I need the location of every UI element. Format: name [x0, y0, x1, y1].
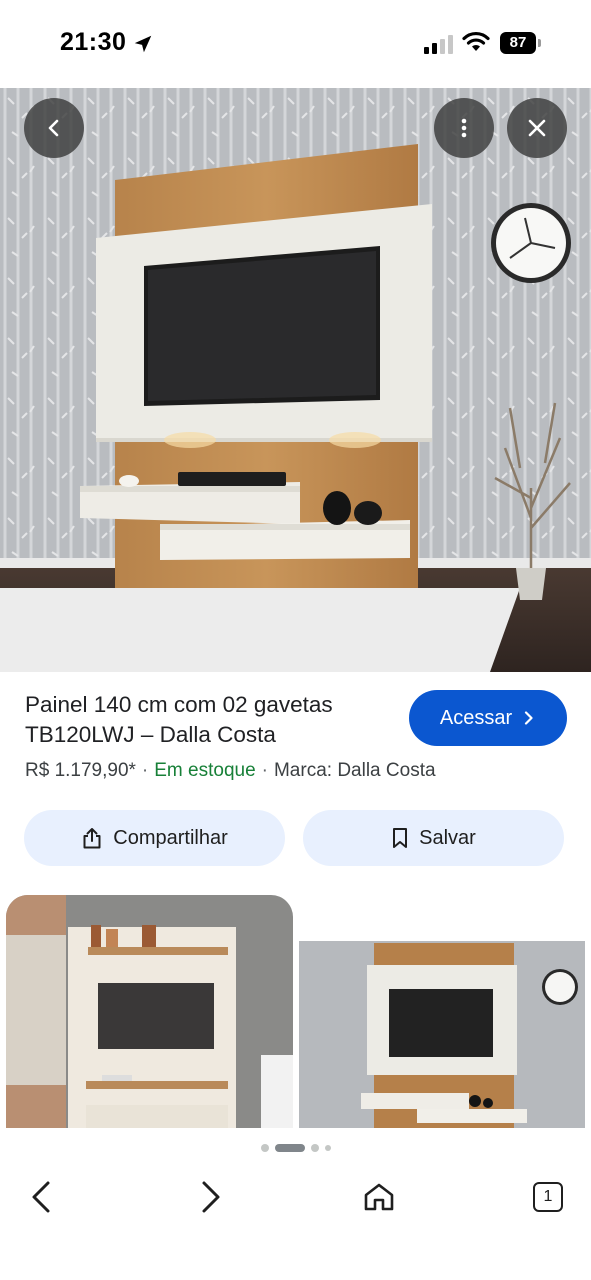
battery-level: 87 — [500, 32, 536, 54]
product-title[interactable]: Painel 140 cm com 02 gavetas TB120LWJ – … — [25, 690, 395, 750]
product-info: Painel 140 cm com 02 gavetas TB120LWJ – … — [0, 672, 591, 892]
status-bar: 21:30 87 — [0, 0, 591, 88]
chevron-right-icon — [525, 711, 533, 725]
stock-status: Em estoque — [154, 760, 256, 781]
tv-panel-photo — [0, 88, 591, 672]
related-image-1[interactable] — [6, 895, 293, 1128]
share-button[interactable]: Compartilhar — [24, 810, 285, 866]
chevron-left-icon — [48, 119, 59, 137]
home-button[interactable] — [357, 1175, 401, 1219]
cellular-signal-icon — [424, 35, 453, 54]
more-vert-icon — [461, 118, 467, 138]
product-image[interactable] — [0, 88, 591, 672]
location-arrow-icon — [134, 35, 152, 53]
save-button[interactable]: Salvar — [303, 810, 564, 866]
share-label: Compartilhar — [113, 826, 228, 849]
tabs-button[interactable]: 1 — [526, 1175, 570, 1219]
save-label: Salvar — [419, 826, 476, 849]
related-photo-1 — [6, 895, 293, 1128]
status-time: 21:30 — [60, 28, 127, 56]
product-price: R$ 1.179,90* — [25, 760, 136, 781]
related-image-2[interactable] — [299, 895, 585, 1128]
back-button[interactable] — [24, 98, 84, 158]
pager-dot — [260, 1144, 269, 1152]
arrow-forward-icon — [202, 1181, 220, 1213]
image-pager — [0, 1141, 591, 1155]
tab-count: 1 — [533, 1182, 563, 1212]
home-icon — [364, 1183, 394, 1211]
browser-forward-button[interactable] — [188, 1175, 232, 1219]
browser-bottom-nav: 1 — [0, 1165, 591, 1235]
access-label: Acessar — [439, 706, 513, 729]
share-icon — [83, 828, 101, 849]
battery-indicator: 87 — [500, 32, 542, 54]
wifi-icon — [462, 31, 490, 51]
close-button[interactable] — [507, 98, 567, 158]
browser-back-button[interactable] — [20, 1175, 64, 1219]
bookmark-icon — [393, 828, 408, 848]
product-brand: Marca: Dalla Costa — [273, 760, 436, 781]
pager-dot — [310, 1144, 319, 1152]
pager-dot — [324, 1145, 331, 1151]
access-button[interactable]: Acessar — [409, 690, 567, 746]
close-icon — [528, 119, 546, 137]
product-meta: R$ 1.179,90* · Em estoque · Marca: Dalla Cos… — [25, 760, 436, 781]
pager-dot-active — [274, 1144, 305, 1152]
arrow-back-icon — [32, 1181, 50, 1213]
related-photo-2 — [299, 895, 585, 1128]
more-options-button[interactable] — [434, 98, 494, 158]
